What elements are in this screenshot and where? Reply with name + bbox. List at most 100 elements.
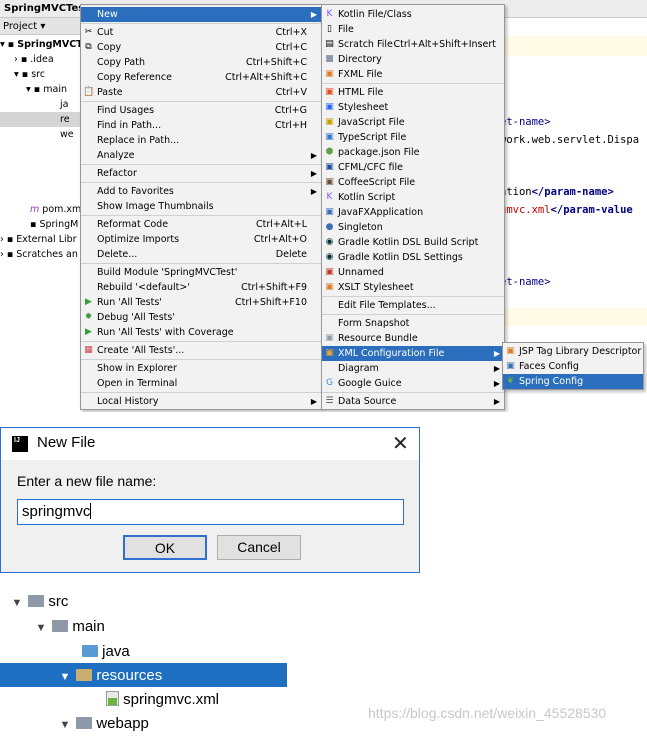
menu-item-analyze[interactable]: Analyze ▶ <box>81 148 321 163</box>
menu-item-debug-tests[interactable]: ✹ Debug 'All Tests' <box>81 310 321 325</box>
tree-item-pom[interactable]: m pom.xml <box>0 202 80 217</box>
menu-item-kotlin-file[interactable]: K Kotlin File/Class <box>322 7 504 22</box>
menu-item-reformat-code[interactable]: Reformat Code Ctrl+Alt+L <box>81 217 321 232</box>
tree-item-scratches[interactable]: › ▪ Scratches an <box>0 247 80 262</box>
scratch-icon: ▤ <box>325 39 334 49</box>
tree-node-src[interactable]: ▼ src <box>10 590 69 614</box>
menu-item-google-guice[interactable]: G Google Guice ▶ <box>322 376 504 391</box>
spring-icon: ❦ <box>506 376 515 386</box>
menu-item-diagram[interactable]: Diagram ▶ <box>322 361 504 376</box>
menu-item-new[interactable]: New ▶ <box>81 7 321 22</box>
file-icon: ▯ <box>327 24 332 34</box>
filename-prompt: Enter a new file name: <box>17 473 157 489</box>
tree-item-iml[interactable]: ▪ SpringM <box>0 217 80 232</box>
menu-item-kotlin-script[interactable]: K Kotlin Script <box>322 190 504 205</box>
menu-item-run-tests[interactable]: ▶ Run 'All Tests' Ctrl+Shift+F10 <box>81 295 321 310</box>
menu-item-delete[interactable]: Delete... Delete <box>81 247 321 262</box>
tree-item-java[interactable]: ja <box>0 97 80 112</box>
cancel-button[interactable]: Cancel <box>217 535 301 560</box>
menu-item-gradle-build-script[interactable]: ◉ Gradle Kotlin DSL Build Script <box>322 235 504 250</box>
menu-item-directory[interactable]: ■ Directory <box>322 52 504 67</box>
tree-item-main[interactable]: ▾ ▪ main <box>0 82 80 97</box>
tree-node-java[interactable]: java <box>82 640 130 664</box>
tree-item-root[interactable]: ▾ ▪ SpringMVCT <box>0 37 80 52</box>
menu-item-find-usages[interactable]: Find Usages Ctrl+G <box>81 103 321 118</box>
menu-item-edit-file-templates[interactable]: Edit File Templates... <box>322 298 504 313</box>
menu-item-refactor[interactable]: Refactor ▶ <box>81 166 321 181</box>
source-folder-icon <box>82 645 98 657</box>
menu-item-copy[interactable]: ⧉ Copy Ctrl+C <box>81 40 321 55</box>
ok-button[interactable]: OK <box>123 535 207 560</box>
kotlin-script-icon: K <box>326 192 333 202</box>
menu-item-add-to-favorites[interactable]: Add to Favorites ▶ <box>81 184 321 199</box>
menu-item-run-coverage[interactable]: ▶ Run 'All Tests' with Coverage <box>81 325 321 340</box>
menu-item-optimize-imports[interactable]: Optimize Imports Ctrl+Alt+O <box>81 232 321 247</box>
menu-item-coffeescript-file[interactable]: ▣ CoffeeScript File <box>322 175 504 190</box>
tree-node-springmvc-xml[interactable]: springmvc.xml <box>106 688 219 712</box>
menu-item-faces-config[interactable]: ▣ Faces Config <box>503 359 643 374</box>
tree-item-resources[interactable]: re <box>0 112 80 127</box>
tree-item-idea[interactable]: › ▪ .idea <box>0 52 80 67</box>
class-icon: ● <box>325 222 334 232</box>
spring-xml-file-icon <box>106 691 119 706</box>
project-tool-tab[interactable]: Project ▾ <box>0 18 80 35</box>
menu-item-fxml-file[interactable]: ▣ FXML File <box>322 67 504 82</box>
guice-icon: G <box>326 378 333 388</box>
tree-item-libraries[interactable]: › ▪ External Libr <box>0 232 80 247</box>
menu-item-copy-path[interactable]: Copy Path Ctrl+Shift+C <box>81 55 321 70</box>
menu-item-create-tests[interactable]: ▦ Create 'All Tests'... <box>81 343 321 358</box>
menu-item-open-terminal[interactable]: Open in Terminal <box>81 376 321 391</box>
tree-item-src[interactable]: ▾ ▪ src <box>0 67 80 82</box>
menu-item-find-in-path[interactable]: Find in Path... Ctrl+H <box>81 118 321 133</box>
menu-item-build-module[interactable]: Build Module 'SpringMVCTest' <box>81 265 321 280</box>
chevron-down-icon: ▼ <box>59 719 71 731</box>
nodejs-icon: ⬢ <box>325 147 334 157</box>
copy-icon: ⧉ <box>85 42 92 52</box>
menu-item-local-history[interactable]: Local History ▶ <box>81 394 321 409</box>
menu-item-cut[interactable]: ✂ Cut Ctrl+X <box>81 25 321 40</box>
menu-item-package-json[interactable]: ⬢ package.json File <box>322 145 504 160</box>
folder-icon <box>76 717 93 729</box>
editor-current-line <box>500 36 647 56</box>
editor-line: et-name> <box>500 116 551 128</box>
menu-item-cfml-file[interactable]: ▣ CFML/CFC file <box>322 160 504 175</box>
menu-item-image-thumbnails[interactable]: Show Image Thumbnails <box>81 199 321 214</box>
menu-item-xslt-stylesheet[interactable]: ▣ XSLT Stylesheet <box>322 280 504 295</box>
menu-item-file[interactable]: ▯ File <box>322 22 504 37</box>
menu-item-stylesheet[interactable]: ▣ Stylesheet <box>322 100 504 115</box>
menu-item-form-snapshot[interactable]: Form Snapshot <box>322 316 504 331</box>
menu-item-jsp-tld[interactable]: ▣ JSP Tag Library Descriptor <box>503 344 643 359</box>
menu-item-spring-config[interactable]: ❦ Spring Config <box>503 374 643 389</box>
close-icon[interactable]: ✕ <box>392 431 409 456</box>
menu-item-paste[interactable]: 📋 Paste Ctrl+V <box>81 85 321 100</box>
menu-item-data-source[interactable]: ☰ Data Source ▶ <box>322 394 504 409</box>
menu-item-replace-in-path[interactable]: Replace in Path... <box>81 133 321 148</box>
menu-item-javafx-application[interactable]: ▣ JavaFXApplication <box>322 205 504 220</box>
new-file-dialog: IJ New File ✕ Enter a new file name: spr… <box>0 427 420 573</box>
menu-item-javascript-file[interactable]: ▣ JavaScript File <box>322 115 504 130</box>
resource-bundle-icon: ▣ <box>325 333 334 343</box>
menu-item-singleton[interactable]: ● Singleton <box>322 220 504 235</box>
menu-item-html-file[interactable]: ▣ HTML File <box>322 85 504 100</box>
menu-item-typescript-file[interactable]: ▣ TypeScript File <box>322 130 504 145</box>
intellij-icon: IJ <box>12 436 28 452</box>
typescript-icon: ▣ <box>325 132 334 142</box>
tree-item-webapp[interactable]: we <box>0 127 80 142</box>
tree-node-resources[interactable]: ▼ resources <box>58 664 163 688</box>
menu-item-show-in-explorer[interactable]: Show in Explorer <box>81 361 321 376</box>
menu-item-gradle-settings[interactable]: ◉ Gradle Kotlin DSL Settings <box>322 250 504 265</box>
folder-icon: ■ <box>325 54 334 64</box>
menu-item-resource-bundle[interactable]: ▣ Resource Bundle <box>322 331 504 346</box>
tree-node-main[interactable]: ▼ main <box>34 615 105 639</box>
menu-item-unnamed[interactable]: ▣ Unnamed <box>322 265 504 280</box>
menu-item-scratch-file[interactable]: ▤ Scratch File Ctrl+Alt+Shift+Insert <box>322 37 504 52</box>
tree-node-webapp[interactable]: ▼ webapp <box>58 712 149 736</box>
faces-icon: ▣ <box>506 361 515 371</box>
menu-item-rebuild[interactable]: Rebuild '<default>' Ctrl+Shift+F9 <box>81 280 321 295</box>
editor-line: et-name> <box>500 276 551 288</box>
menu-item-copy-reference[interactable]: Copy Reference Ctrl+Alt+Shift+C <box>81 70 321 85</box>
menu-item-xml-configuration-file[interactable]: ▣ XML Configuration File ▶ <box>322 346 504 361</box>
filename-input[interactable]: springmvc <box>17 499 404 525</box>
editor-line: gmvc.xml</param-value <box>500 204 633 216</box>
editor-highlight-line <box>500 308 647 326</box>
